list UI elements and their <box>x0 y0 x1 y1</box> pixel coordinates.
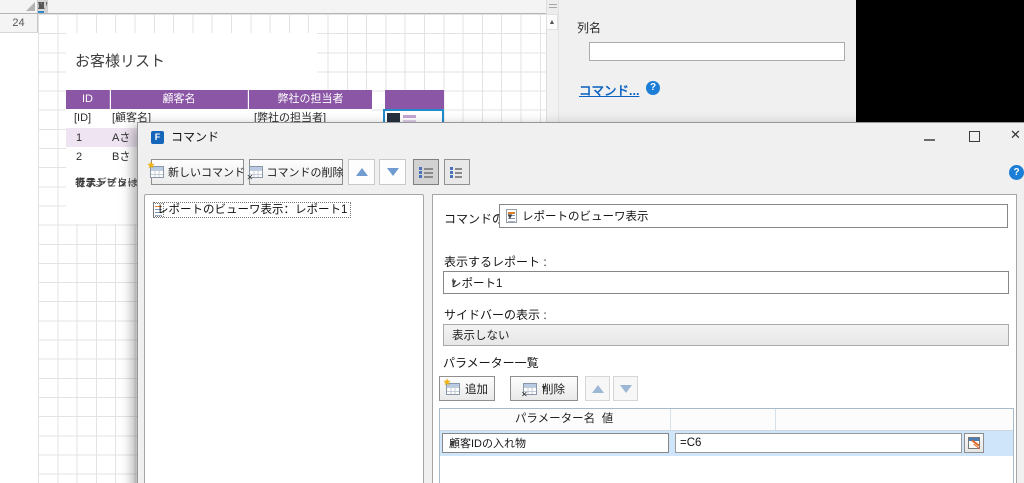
up-arrow-icon <box>591 384 604 393</box>
command-dialog: F コマンド ✕ ★ 新しいコマンド ✕ コマンドの削除 ? レポートのビューワ… <box>137 122 1024 483</box>
row1-name[interactable]: Aさ <box>112 131 130 145</box>
maximize-icon[interactable] <box>969 131 980 142</box>
parameter-row[interactable]: 顧客IDの入れ物 ▼ =C6 <box>440 431 1013 456</box>
delete-icon: ✕ <box>521 382 537 399</box>
param-delete-button[interactable]: ✕ 削除 ▼ <box>510 376 578 401</box>
sidebar-label: サイドバーの表示 : <box>444 308 547 322</box>
table-header-id[interactable]: ID <box>66 90 110 109</box>
dropdown-caret-icon: ▼ <box>449 438 457 448</box>
outline-view-icon <box>419 166 433 178</box>
command-link[interactable]: コマンド... <box>579 80 639 99</box>
chevron-down-icon: ⌄ <box>452 328 463 342</box>
command-list-panel[interactable]: レポートのビューワ表示：レポート1 <box>144 194 424 483</box>
help-icon[interactable]: ? <box>646 81 660 95</box>
row2-name[interactable]: Bさ <box>112 150 130 164</box>
new-command-icon: ★ <box>147 160 164 178</box>
param-up-button[interactable] <box>585 376 610 401</box>
add-icon: ★ <box>443 377 460 395</box>
table-header-rep[interactable]: 弊社の担当者 <box>249 90 372 109</box>
report-dropdown[interactable]: レポート1 ▼ <box>443 271 1009 294</box>
column-name-label: 列名 <box>577 21 602 35</box>
dialog-help-icon[interactable]: ? <box>1009 165 1024 180</box>
param-value-header: 値 <box>440 409 776 430</box>
delete-command-icon: ✕ <box>247 166 263 182</box>
param-name-dropdown[interactable]: 顧客IDの入れ物 ▼ <box>442 433 669 453</box>
report-label: 表示するレポート : <box>444 255 547 269</box>
dropdown-caret-icon: ▼ <box>540 385 548 392</box>
command-list-item[interactable]: レポートのビューワ表示：レポート1 <box>153 201 352 218</box>
outline-view-button[interactable] <box>413 159 439 185</box>
cell-picker-icon <box>968 437 980 449</box>
row2-id[interactable]: 2 <box>76 150 82 164</box>
command-settings-panel: コマンドの選択 : レポートのビューワ表示 ▼ 表示するレポート : レポート1… <box>432 194 1017 483</box>
table-header-extra[interactable] <box>385 90 444 109</box>
sidebar-combobox[interactable]: 表示しない ⌄ <box>443 324 1009 346</box>
cell-picker-button[interactable] <box>964 433 984 453</box>
command-select-dropdown[interactable]: レポートのビューワ表示 ▼ <box>499 204 1008 228</box>
dialog-title: コマンド <box>171 130 220 144</box>
command-list-item-label: レポートのビューワ表示：レポート1 <box>153 201 352 218</box>
param-down-button[interactable] <box>613 376 638 401</box>
row1-id[interactable]: 1 <box>76 131 82 145</box>
param-add-button[interactable]: ★ 追加 <box>439 376 495 401</box>
app-logo-icon: F <box>151 131 164 144</box>
select-all-triangle-icon <box>26 2 35 11</box>
row-header-24[interactable]: 24 <box>0 14 38 34</box>
note-line-4: 表示データは <box>75 177 138 189</box>
move-down-button[interactable] <box>379 159 406 185</box>
column-header-A[interactable]: A <box>38 0 46 13</box>
delete-command-button[interactable]: ✕ コマンドの削除 <box>247 159 344 185</box>
app-screen: お客様リスト リストビュー1 行テンプレー です。 表示データは ID 顧客名 弊社の… <box>0 0 1024 483</box>
dropdown-caret-icon: ▼ <box>450 278 458 287</box>
move-up-button[interactable] <box>348 159 375 185</box>
close-icon[interactable]: ✕ <box>1010 126 1021 144</box>
param-list-label: パラメーター一覧 <box>443 356 539 370</box>
template-cell-id[interactable]: [ID] <box>74 111 91 125</box>
up-arrow-icon <box>355 168 368 176</box>
parameter-table-header: パラメーター名 値 <box>440 409 1013 431</box>
minimize-icon[interactable] <box>924 139 935 141</box>
dropdown-caret-icon: ▼ <box>506 211 514 221</box>
down-arrow-icon <box>386 168 399 176</box>
param-value-input[interactable]: =C6 <box>675 433 962 453</box>
scrollbar-corner <box>546 0 558 14</box>
column-name-input[interactable] <box>589 42 845 61</box>
sheet-title-text: お客様リスト <box>75 53 166 70</box>
down-arrow-icon <box>619 384 632 393</box>
list-view-button[interactable] <box>444 159 470 185</box>
scroll-up-button[interactable]: ▲ <box>546 14 558 30</box>
select-all-button[interactable] <box>0 0 38 14</box>
parameter-table: パラメーター名 値 顧客IDの入れ物 ▼ =C6 <box>439 408 1014 483</box>
row-headers: 123456789101112131415161718192021222324 <box>0 14 38 483</box>
background-black-area <box>856 0 1024 123</box>
list-view-icon <box>450 166 464 178</box>
column-headers: ABCDEFGHIJKLMNOPQRSTUVWXYZA <box>38 0 546 14</box>
new-command-button[interactable]: ★ 新しいコマンド <box>147 159 245 185</box>
table-header-name[interactable]: 顧客名 <box>111 90 248 109</box>
